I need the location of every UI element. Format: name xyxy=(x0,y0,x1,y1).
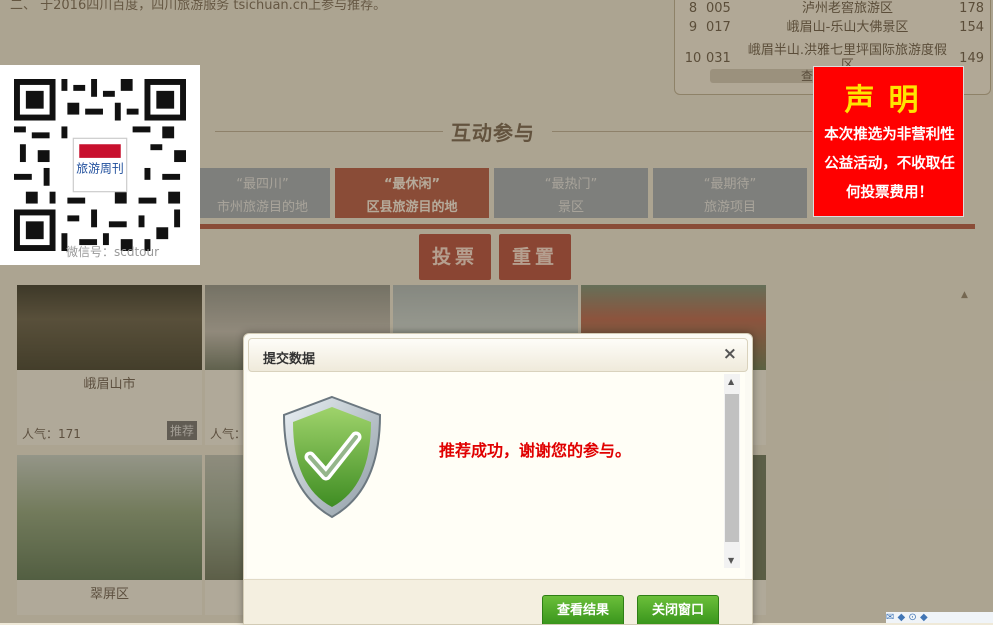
notice-body: 本次推选为非营利性公益活动，不收取任何投票费用！ xyxy=(824,127,955,201)
scroll-down-icon[interactable]: ▼ xyxy=(728,556,734,565)
dialog-header: 提交数据 × xyxy=(248,338,748,372)
qr-code-icon: 旅游周刊 xyxy=(14,79,186,251)
dialog-title: 提交数据 xyxy=(263,352,316,367)
success-message: 推荐成功，谢谢您的参与。 xyxy=(439,441,632,460)
notice-title: 声明 xyxy=(844,83,933,118)
dialog-scrollbar[interactable]: ▲ ▼ xyxy=(724,374,740,568)
wechat-qr-card: 旅游周刊 微信号：scdtour xyxy=(0,65,200,265)
view-results-button[interactable]: 查看结果 xyxy=(542,595,625,624)
success-shield-icon xyxy=(282,395,382,519)
scrollbar-thumb[interactable] xyxy=(725,394,739,542)
disclaimer-notice: 声明 本次推选为非营利性公益活动，不收取任何投票费用！ xyxy=(813,66,964,217)
close-window-button[interactable]: 关闭窗口 xyxy=(637,595,720,624)
dialog-body: 推荐成功，谢谢您的参与。 ▲ ▼ xyxy=(247,372,745,578)
dialog-footer: 查看结果 关闭窗口 xyxy=(244,579,752,624)
submit-dialog: 提交数据 × 推荐成功，谢谢您的参与。 ▲ ▼ 查看结果 关闭窗口 xyxy=(243,333,753,625)
scroll-up-icon[interactable]: ▲ xyxy=(728,377,734,386)
qr-brand: 旅游周刊 xyxy=(76,162,123,176)
share-toolbar[interactable]: ✉ ◆ ⊙ ◆ xyxy=(886,612,993,623)
wechat-id: 微信号：scdtour xyxy=(66,245,160,259)
close-icon[interactable]: × xyxy=(723,344,737,364)
